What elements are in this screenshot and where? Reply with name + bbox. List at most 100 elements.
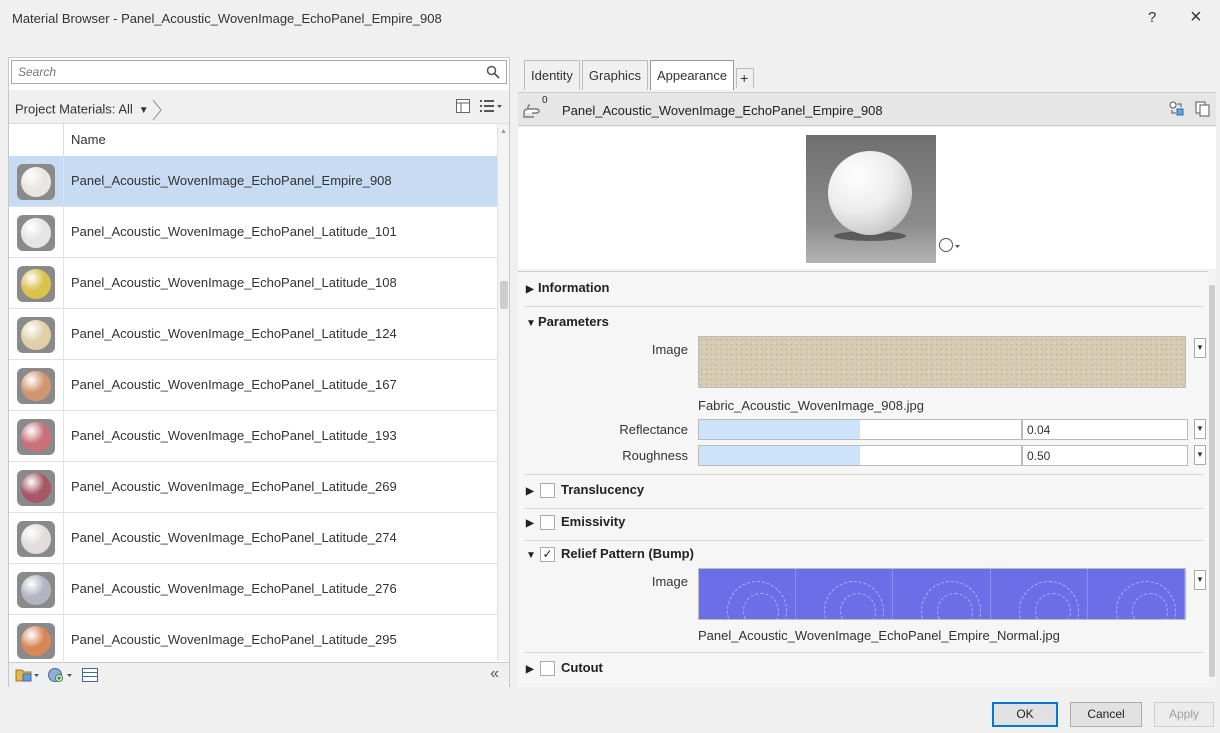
collapse-arrow-icon[interactable]: ▼ xyxy=(526,318,538,329)
properties-scrollbar[interactable] xyxy=(1208,271,1216,687)
duplicate-asset-icon[interactable] xyxy=(1194,100,1212,121)
material-name: Panel_Acoustic_WovenImage_EchoPanel_Lati… xyxy=(71,326,397,341)
material-swatch-sphere xyxy=(21,575,51,605)
material-row[interactable]: Panel_Acoustic_WovenImage_EchoPanel_Lati… xyxy=(9,615,497,661)
asset-browser-icon[interactable] xyxy=(81,667,99,686)
relief-pattern-checkbox[interactable]: ✓ xyxy=(540,547,555,563)
list-view-icon[interactable] xyxy=(479,98,503,117)
reflectance-value-field[interactable]: 0.04 xyxy=(1022,419,1188,440)
material-row[interactable]: Panel_Acoustic_WovenImage_EchoPanel_Lati… xyxy=(9,513,497,564)
material-list-pane: Project Materials: All ▼ Name Panel_Acous… xyxy=(8,57,510,687)
usage-count: 0 xyxy=(542,95,548,106)
search-icon[interactable] xyxy=(486,65,500,82)
material-row[interactable]: Panel_Acoustic_WovenImage_EchoPanel_Lati… xyxy=(9,462,497,513)
material-thumbnail xyxy=(17,215,55,251)
expand-arrow-icon[interactable]: ▶ xyxy=(526,486,538,497)
material-row[interactable]: Panel_Acoustic_WovenImage_EchoPanel_Lati… xyxy=(9,309,497,360)
material-header: 0 Panel_Acoustic_WovenImage_EchoPanel_Em… xyxy=(518,92,1216,126)
section-relief-pattern[interactable]: ▼ ✓ Relief Pattern (Bump) xyxy=(526,546,694,563)
reflectance-options-dropdown[interactable]: ▼ xyxy=(1194,419,1206,439)
hand-icon xyxy=(522,97,544,124)
material-row[interactable]: Panel_Acoustic_WovenImage_EchoPanel_Lati… xyxy=(9,258,497,309)
roughness-value-field[interactable]: 0.50 xyxy=(1022,445,1188,466)
material-row[interactable]: Panel_Acoustic_WovenImage_EchoPanel_Lati… xyxy=(9,411,497,462)
column-separator xyxy=(63,462,64,513)
relief-image-swatch[interactable] xyxy=(698,568,1186,620)
scrollbar-thumb[interactable] xyxy=(500,281,508,309)
material-swatch-sphere xyxy=(21,218,51,248)
library-folder-icon[interactable] xyxy=(15,667,41,686)
material-thumbnail xyxy=(17,368,55,404)
material-swatch-sphere xyxy=(21,473,51,503)
reflectance-slider[interactable] xyxy=(698,419,1022,440)
material-row[interactable]: Panel_Acoustic_WovenImage_EchoPanel_Lati… xyxy=(9,564,497,615)
section-information[interactable]: ▶ Information xyxy=(526,280,610,295)
diffuse-image-filename[interactable]: Fabric_Acoustic_WovenImage_908.jpg xyxy=(698,398,924,413)
appearance-properties: ▶ Information ▼ Parameters Image ▼ Fabric_… xyxy=(518,271,1208,687)
editor-tabs: Identity Graphics Appearance + xyxy=(524,60,756,90)
add-asset-tab-button[interactable]: + xyxy=(736,68,755,88)
emissivity-checkbox[interactable] xyxy=(540,515,555,531)
section-parameters[interactable]: ▼ Parameters xyxy=(526,314,609,329)
scroll-up-icon[interactable]: ▲ xyxy=(500,128,507,135)
cancel-button[interactable]: Cancel xyxy=(1070,702,1142,727)
material-name: Panel_Acoustic_WovenImage_EchoPanel_Lati… xyxy=(71,224,397,239)
collapse-arrow-icon[interactable]: ▼ xyxy=(526,550,538,561)
filter-label: Project Materials: All xyxy=(15,101,133,117)
apply-button[interactable]: Apply xyxy=(1154,702,1214,727)
ok-button[interactable]: OK xyxy=(992,702,1058,727)
diffuse-image-swatch[interactable] xyxy=(698,336,1186,388)
section-cutout[interactable]: ▶ Cutout xyxy=(526,660,603,677)
create-material-icon[interactable] xyxy=(47,667,75,686)
reflectance-slider-fill xyxy=(699,420,860,439)
asset-actions xyxy=(1168,100,1212,121)
section-translucency[interactable]: ▶ Translucency xyxy=(526,482,644,499)
search-box[interactable] xyxy=(11,60,507,84)
divider xyxy=(524,540,1204,541)
preview-area xyxy=(518,127,1216,269)
divider xyxy=(524,508,1204,509)
tab-identity[interactable]: Identity xyxy=(524,60,580,90)
properties-scrollbar-thumb[interactable] xyxy=(1209,285,1215,677)
library-filter-dropdown[interactable]: Project Materials: All ▼ xyxy=(15,99,163,121)
relief-image-options-dropdown[interactable]: ▼ xyxy=(1194,570,1206,590)
expand-arrow-icon[interactable]: ▶ xyxy=(526,284,538,295)
material-name: Panel_Acoustic_WovenImage_EchoPanel_Lati… xyxy=(71,428,397,443)
help-button[interactable]: ? xyxy=(1148,9,1156,26)
material-name: Panel_Acoustic_WovenImage_EchoPanel_Lati… xyxy=(71,377,397,392)
material-row[interactable]: Panel_Acoustic_WovenImage_EchoPanel_Empi… xyxy=(9,156,497,207)
normal-map-arc xyxy=(1034,593,1071,619)
expand-arrow-icon[interactable]: ▶ xyxy=(526,518,538,529)
image-options-dropdown[interactable]: ▼ xyxy=(1194,338,1206,358)
search-input[interactable] xyxy=(18,62,478,82)
list-scrollbar[interactable]: ▲ xyxy=(497,124,509,661)
relief-image-filename[interactable]: Panel_Acoustic_WovenImage_EchoPanel_Empi… xyxy=(698,628,1060,643)
material-row[interactable]: Panel_Acoustic_WovenImage_EchoPanel_Lati… xyxy=(9,207,497,258)
material-row[interactable]: Panel_Acoustic_WovenImage_EchoPanel_Lati… xyxy=(9,360,497,411)
roughness-slider[interactable] xyxy=(698,445,1022,466)
roughness-options-dropdown[interactable]: ▼ xyxy=(1194,445,1206,465)
normal-map-tile xyxy=(699,569,797,619)
collapse-library-button[interactable]: « xyxy=(490,665,499,683)
replace-asset-icon[interactable] xyxy=(1168,100,1186,121)
tab-appearance[interactable]: Appearance xyxy=(649,60,735,90)
material-thumbnail xyxy=(17,317,55,353)
panel-layout-icon[interactable] xyxy=(455,98,471,117)
image-label: Image xyxy=(651,342,688,357)
normal-map-tile xyxy=(796,569,894,619)
column-separator xyxy=(63,564,64,615)
name-column-header[interactable]: Name xyxy=(71,132,106,147)
section-emissivity[interactable]: ▶ Emissivity xyxy=(526,514,625,531)
close-button[interactable]: × xyxy=(1190,6,1202,29)
expand-arrow-icon[interactable]: ▶ xyxy=(526,664,538,675)
cutout-checkbox[interactable] xyxy=(540,661,555,677)
asset-name: Panel_Acoustic_WovenImage_EchoPanel_Empi… xyxy=(562,103,883,118)
tab-graphics[interactable]: Graphics xyxy=(581,60,648,90)
breadcrumb-chevron-icon xyxy=(151,99,163,121)
column-header[interactable]: Name xyxy=(9,124,497,156)
section-relief-label: Relief Pattern (Bump) xyxy=(561,546,694,561)
material-list: Panel_Acoustic_WovenImage_EchoPanel_Empi… xyxy=(9,156,497,661)
translucency-checkbox[interactable] xyxy=(540,483,555,499)
preview-options-dropdown[interactable] xyxy=(938,237,964,256)
material-name: Panel_Acoustic_WovenImage_EchoPanel_Lati… xyxy=(71,479,397,494)
